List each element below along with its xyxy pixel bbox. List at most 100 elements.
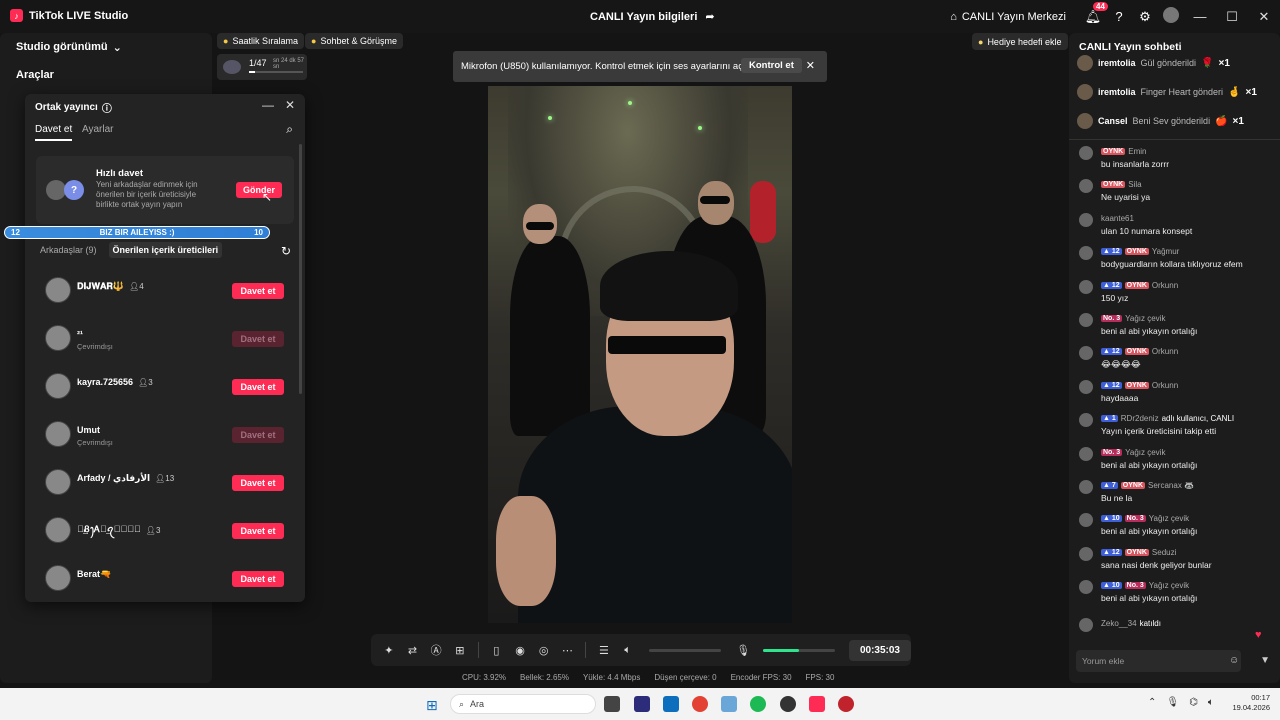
friend-name-row: 𝐃𝐈𝐉𝐖𝐀𝐑🔱 👤︎4: [77, 281, 144, 292]
invite-button[interactable]: Davet et: [232, 379, 284, 395]
live-info-title[interactable]: CANLI Yayın bilgileri ➦: [590, 10, 715, 24]
close-popup-icon[interactable]: ✕: [285, 98, 295, 112]
help-icon[interactable]: ?: [1106, 9, 1132, 24]
chat-username[interactable]: Seduzi: [1152, 548, 1176, 557]
network-icon[interactable]: ⌬: [1189, 697, 1198, 708]
gear-icon[interactable]: ⚙: [1132, 9, 1158, 25]
level-badge: ▲ 7: [1101, 482, 1118, 489]
level-value: 10: [1111, 582, 1120, 590]
hourly-ranking-chip[interactable]: ● Saatlik Sıralama: [217, 33, 304, 49]
camera-icon[interactable]: ◎: [532, 644, 556, 657]
filter-icon[interactable]: ▼: [1260, 655, 1270, 666]
minimize-icon[interactable]: —: [1184, 9, 1216, 24]
profile-avatar[interactable]: [1158, 7, 1184, 26]
clock[interactable]: 00:17 19.04.2026: [1228, 693, 1270, 713]
after-effects-icon[interactable]: [634, 696, 650, 712]
app-icon[interactable]: [780, 696, 796, 712]
chat-text: 150 yız: [1101, 292, 1129, 303]
friend-name: Arfady / الأرفادي: [77, 473, 151, 483]
close-icon[interactable]: ✕: [1248, 9, 1280, 25]
avatar: [1077, 84, 1093, 100]
chat-username[interactable]: Yağız çevik: [1149, 581, 1189, 590]
more-icon[interactable]: ⋯: [556, 644, 580, 657]
translate-icon[interactable]: ⇄: [401, 644, 425, 657]
chat-username[interactable]: Sila: [1128, 180, 1141, 189]
chat-meet-chip[interactable]: ● Sohbet & Görüşme: [305, 33, 403, 49]
invite-button[interactable]: Davet et: [232, 331, 284, 347]
taskbar-search[interactable]: ⌕ Ara: [450, 694, 596, 714]
invite-button[interactable]: Davet et: [232, 475, 284, 491]
avatar: [45, 277, 71, 303]
chat-username[interactable]: kaante61: [1101, 214, 1134, 223]
chat-username[interactable]: Emin: [1128, 147, 1146, 156]
volume-slider[interactable]: [649, 648, 722, 652]
tab-settings[interactable]: Ayarlar: [82, 124, 114, 135]
bell-icon[interactable]: 🔔︎ 44: [1080, 1, 1108, 25]
add-gift-goal-chip[interactable]: ● Hediye hedefi ekle: [972, 33, 1068, 50]
popup-scrollbar[interactable]: [299, 144, 302, 394]
warning-text: Mikrofon (U850) kullanılamıyor. Kontrol …: [461, 61, 754, 72]
level-badge: ▲ 1: [1101, 415, 1118, 423]
chat-username[interactable]: Yağız çevik: [1125, 448, 1165, 457]
settings-app-icon[interactable]: [721, 696, 737, 712]
ranking-timer-card[interactable]: 1/47 sn 24 dk 57 sn: [217, 54, 307, 80]
add-source-icon[interactable]: ⊞: [448, 644, 472, 657]
avatar: [1079, 179, 1093, 194]
phone-icon[interactable]: ▯: [485, 644, 509, 657]
banner-right-value: 10: [254, 228, 263, 237]
recorder-icon[interactable]: [838, 696, 854, 712]
speaker-icon[interactable]: 🔈︎: [1208, 697, 1214, 708]
gift-count: ×1: [1245, 86, 1257, 98]
chat-username[interactable]: Yağmur: [1152, 247, 1179, 256]
chat-username[interactable]: Yağız çevik: [1125, 314, 1165, 323]
chat-username[interactable]: RDr2deniz: [1121, 414, 1159, 423]
search-icon[interactable]: ⌕: [286, 122, 293, 137]
mic-tray-icon[interactable]: 🎙︎: [1166, 697, 1179, 708]
tab-invite[interactable]: Davet et: [35, 124, 73, 141]
live-center-link[interactable]: ⌂ CANLI Yayın Merkezi: [950, 11, 1066, 23]
chrome-icon[interactable]: [692, 696, 708, 712]
tiktok-live-studio-icon[interactable]: [809, 696, 825, 712]
record-icon[interactable]: ◉: [508, 644, 532, 657]
info-icon[interactable]: ⓘ: [102, 100, 112, 115]
mic-icon[interactable]: 🎙︎: [731, 644, 755, 657]
settings-sliders-icon[interactable]: ☰: [592, 644, 616, 657]
share-icon[interactable]: ➦: [705, 10, 714, 23]
spotify-icon[interactable]: [750, 696, 766, 712]
close-toast-icon[interactable]: ✕: [806, 59, 815, 72]
chat-username[interactable]: Orkunn: [1152, 281, 1178, 290]
tab-friends[interactable]: Arkadaşlar (9): [36, 242, 101, 258]
chat-username[interactable]: Orkunn: [1152, 381, 1178, 390]
friend-count-value: 13: [165, 474, 175, 483]
system-tray: ⌃ 🎙︎ ⌬ 🔈︎: [1148, 697, 1214, 708]
outlook-icon[interactable]: [663, 696, 679, 712]
emoji-icon[interactable]: ☺: [1229, 655, 1239, 666]
maximize-icon[interactable]: ☐: [1216, 9, 1248, 25]
chat-username[interactable]: Yağız çevik: [1149, 514, 1189, 523]
invite-button[interactable]: Davet et: [232, 571, 284, 587]
chevron-up-icon[interactable]: ⌃: [1148, 697, 1156, 708]
mic-level-slider[interactable]: [763, 648, 835, 652]
windows-start-icon[interactable]: ⊞: [426, 697, 438, 714]
invite-button[interactable]: Davet et: [232, 523, 284, 539]
studio-view-dropdown[interactable]: Studio görünümü ⌄: [16, 41, 122, 54]
check-button[interactable]: Kontrol et: [741, 58, 802, 73]
friend-row: ꪶ͢ᏰꫂᎪꪶ͢ꪖ𝖊𝐠𝐢𝐦 👤︎3 Davet et: [45, 517, 285, 545]
refresh-icon[interactable]: ↻: [281, 244, 291, 258]
volume-icon[interactable]: 🔈︎: [616, 644, 640, 657]
minimize-popup-icon[interactable]: —: [262, 98, 274, 112]
chat-username[interactable]: Sercanax 🦝: [1148, 481, 1194, 490]
tab-suggested-creators[interactable]: Önerilen içerik üreticileri: [108, 242, 223, 258]
send-button[interactable]: Gönder: [236, 182, 282, 198]
magic-wand-icon[interactable]: ✦: [377, 644, 401, 657]
ai-icon[interactable]: Ⓐ: [424, 642, 448, 658]
task-view-icon[interactable]: [604, 696, 620, 712]
taskbar-search-label: Ara: [470, 699, 485, 709]
gift-goal-label: Hediye hedefi ekle: [987, 36, 1062, 47]
invite-button[interactable]: Davet et: [232, 427, 284, 443]
comment-input[interactable]: Yorum ekle: [1076, 650, 1241, 672]
rank-icon: [223, 60, 241, 74]
chat-username[interactable]: Orkunn: [1152, 347, 1178, 356]
fan-badge: OYNK: [1124, 548, 1149, 556]
invite-button[interactable]: Davet et: [232, 283, 284, 299]
